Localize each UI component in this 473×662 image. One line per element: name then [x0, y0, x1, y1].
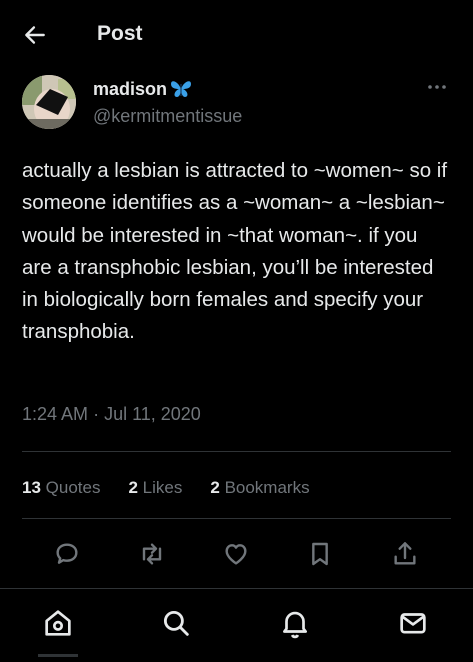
likes-label: Likes: [142, 478, 183, 497]
quotes-count: 13: [22, 478, 41, 497]
search-icon[interactable]: [159, 606, 193, 640]
tweet-timestamp[interactable]: 1:24 AM · Jul 11, 2020: [22, 404, 201, 425]
reply-icon[interactable]: [51, 538, 83, 570]
messages-icon[interactable]: [396, 606, 430, 640]
engagement-stats: 13 Quotes 2 Likes 2 Bookmarks: [22, 478, 338, 498]
author-name-row[interactable]: madison: [93, 78, 193, 100]
like-icon[interactable]: [220, 538, 252, 570]
share-icon[interactable]: [389, 538, 421, 570]
top-bar: Post: [0, 0, 473, 70]
bookmark-icon[interactable]: [304, 538, 336, 570]
likes-count: 2: [128, 478, 138, 497]
tweet-date: Jul 11, 2020: [104, 404, 201, 424]
back-arrow-icon[interactable]: [22, 22, 48, 48]
avatar[interactable]: [22, 75, 76, 129]
notifications-icon[interactable]: [278, 606, 312, 640]
repost-icon[interactable]: [136, 538, 168, 570]
tweet-text: actually a lesbian is attracted to ~wome…: [22, 159, 448, 344]
bookmarks-label: Bookmarks: [224, 478, 310, 497]
likes-stat[interactable]: 2 Likes: [128, 478, 182, 498]
tweet-time: 1:24 AM: [22, 404, 89, 424]
bookmarks-count: 2: [210, 478, 220, 497]
home-indicator: [38, 654, 78, 657]
page-title: Post: [97, 22, 143, 45]
nav-divider: [0, 588, 473, 589]
divider: [22, 451, 451, 452]
author-handle[interactable]: @kermitmentissue: [93, 106, 242, 127]
bookmarks-stat[interactable]: 2 Bookmarks: [210, 478, 309, 498]
divider: [22, 518, 451, 519]
author-name[interactable]: madison: [93, 79, 167, 100]
meta-separator: ·: [93, 404, 100, 424]
butterfly-emoji-icon: [171, 81, 192, 97]
more-options-icon[interactable]: [426, 80, 448, 92]
quotes-label: Quotes: [45, 478, 101, 497]
home-icon[interactable]: [41, 606, 75, 640]
quotes-stat[interactable]: 13 Quotes: [22, 478, 100, 498]
